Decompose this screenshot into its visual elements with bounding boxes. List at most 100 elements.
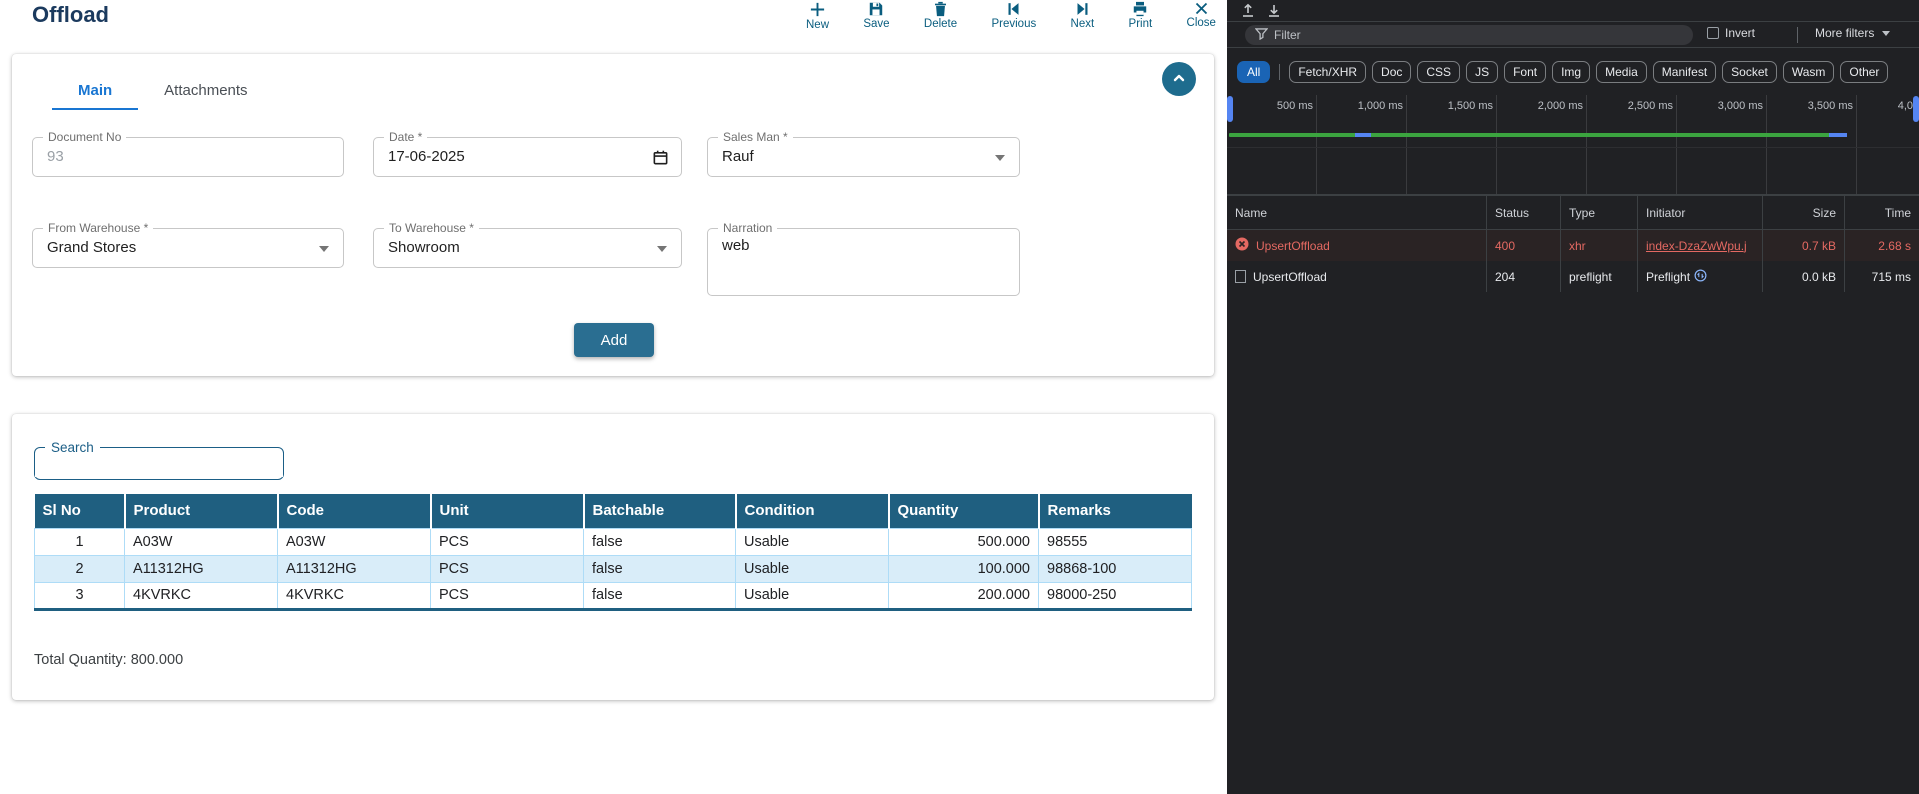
- chip-js[interactable]: JS: [1466, 61, 1498, 83]
- table-row[interactable]: 1 A03W A03W PCS false Usable 500.000 985…: [35, 528, 1192, 555]
- table-row[interactable]: 3 4KVRKC 4KVRKC PCS false Usable 200.000…: [35, 582, 1192, 609]
- delete-button[interactable]: Delete: [924, 0, 957, 31]
- devtools-toolbar: [1227, 0, 1919, 22]
- network-request-row[interactable]: UpsertOffload 204 preflight Preflight 0.…: [1227, 261, 1919, 292]
- request-type-filters: All Fetch/XHR Doc CSS JS Font Img Media …: [1227, 48, 1919, 95]
- invert-checkbox[interactable]: [1707, 27, 1719, 39]
- timeline-right-handle[interactable]: [1913, 96, 1919, 122]
- export-har-button[interactable]: [1267, 3, 1281, 18]
- search-input[interactable]: [35, 455, 283, 477]
- request-name: UpsertOffload: [1253, 270, 1327, 284]
- divider: [1797, 27, 1798, 43]
- error-icon: [1235, 237, 1249, 254]
- lane-separator: [1227, 147, 1919, 148]
- chip-all[interactable]: All: [1237, 61, 1270, 83]
- col-initiator[interactable]: Initiator: [1638, 196, 1763, 229]
- import-har-button[interactable]: [1241, 3, 1255, 18]
- col-remarks: Remarks: [1039, 494, 1192, 528]
- col-size[interactable]: Size: [1763, 196, 1845, 229]
- chip-media[interactable]: Media: [1596, 61, 1647, 83]
- cell-remarks: 98000-250: [1039, 582, 1192, 609]
- chip-manifest[interactable]: Manifest: [1653, 61, 1716, 83]
- close-label: Close: [1187, 17, 1216, 29]
- new-button[interactable]: New: [806, 0, 829, 31]
- collapse-button[interactable]: [1162, 62, 1196, 96]
- from-warehouse-select[interactable]: From Warehouse * Grand Stores: [32, 228, 344, 268]
- chip-other[interactable]: Other: [1840, 61, 1888, 83]
- chip-font[interactable]: Font: [1504, 61, 1546, 83]
- chip-fetch-xhr[interactable]: Fetch/XHR: [1289, 61, 1366, 83]
- gridline: [1856, 95, 1857, 194]
- timeline-tick: 4,000 ms: [1861, 100, 1919, 112]
- gridline: [1316, 95, 1317, 194]
- col-type[interactable]: Type: [1561, 196, 1638, 229]
- chip-socket[interactable]: Socket: [1722, 61, 1777, 83]
- cell-quantity: 500.000: [889, 528, 1039, 555]
- col-code: Code: [278, 494, 431, 528]
- initiator-text: Preflight: [1646, 270, 1690, 284]
- more-filters-button[interactable]: More filters: [1815, 26, 1890, 40]
- to-warehouse-value: Showroom: [388, 239, 460, 256]
- cell-quantity: 200.000: [889, 582, 1039, 609]
- erp-app: Offload New Save Delete Previous Next: [0, 0, 1227, 794]
- waterfall-blue-segment: [1829, 133, 1847, 137]
- preflight-info-icon[interactable]: [1694, 269, 1707, 285]
- more-filters-label: More filters: [1815, 26, 1874, 40]
- chip-img[interactable]: Img: [1552, 61, 1590, 83]
- cell-product: A11312HG: [125, 555, 278, 582]
- print-button[interactable]: Print: [1129, 0, 1153, 31]
- request-name: UpsertOffload: [1256, 239, 1330, 253]
- next-button[interactable]: Next: [1071, 0, 1095, 31]
- network-request-row[interactable]: UpsertOffload 400 xhr index-DzaZwWpu.j 0…: [1227, 230, 1919, 261]
- cell-condition: Usable: [736, 528, 889, 555]
- skip-previous-icon: [1006, 1, 1021, 17]
- document-no-value: 93: [47, 148, 64, 165]
- table-row[interactable]: 2 A11312HG A11312HG PCS false Usable 100…: [35, 555, 1192, 582]
- cell-unit: PCS: [431, 582, 584, 609]
- document-no-label: Document No: [43, 130, 126, 144]
- chip-css[interactable]: CSS: [1417, 61, 1460, 83]
- col-slno: Sl No: [35, 494, 125, 528]
- request-size: 0.0 kB: [1763, 261, 1845, 292]
- to-warehouse-label: To Warehouse *: [384, 221, 479, 235]
- filter-input[interactable]: [1274, 28, 1654, 42]
- cell-remarks: 98868-100: [1039, 555, 1192, 582]
- devtools-panel: Invert More filters All Fetch/XHR Doc CS…: [1227, 0, 1919, 794]
- chip-doc[interactable]: Doc: [1372, 61, 1411, 83]
- cell-slno: 2: [35, 555, 125, 582]
- invert-checkbox-wrap[interactable]: Invert: [1707, 26, 1755, 40]
- to-warehouse-select[interactable]: To Warehouse * Showroom: [373, 228, 682, 268]
- col-batchable: Batchable: [584, 494, 736, 528]
- timeline-left-handle[interactable]: [1227, 96, 1233, 122]
- initiator-link[interactable]: index-DzaZwWpu.j: [1646, 239, 1747, 253]
- filter-pill[interactable]: [1245, 25, 1693, 45]
- dropdown-arrow-icon: [657, 246, 667, 252]
- timeline-tick: 1,000 ms: [1321, 100, 1403, 112]
- chip-wasm[interactable]: Wasm: [1783, 61, 1835, 83]
- gridline: [1676, 95, 1677, 194]
- calendar-icon[interactable]: [652, 149, 669, 171]
- sales-man-select[interactable]: Sales Man * Rauf: [707, 137, 1020, 177]
- narration-label: Narration: [718, 221, 777, 235]
- col-name[interactable]: Name: [1227, 196, 1487, 229]
- cell-unit: PCS: [431, 528, 584, 555]
- close-icon: [1194, 1, 1209, 16]
- add-button[interactable]: Add: [574, 323, 654, 357]
- col-status[interactable]: Status: [1487, 196, 1561, 229]
- previous-button[interactable]: Previous: [991, 0, 1036, 31]
- search-label: Search: [45, 440, 100, 455]
- date-field[interactable]: Date * 17-06-2025: [373, 137, 682, 177]
- tab-main[interactable]: Main: [52, 72, 138, 110]
- total-quantity: Total Quantity: 800.000: [34, 652, 183, 668]
- save-button[interactable]: Save: [863, 0, 889, 31]
- timeline-tick: 2,500 ms: [1591, 100, 1673, 112]
- close-button[interactable]: Close: [1187, 0, 1216, 31]
- timeline-tick: 2,000 ms: [1501, 100, 1583, 112]
- document-no-field[interactable]: Document No 93: [32, 137, 344, 177]
- col-time[interactable]: Time: [1845, 196, 1919, 229]
- save-icon: [868, 1, 884, 17]
- narration-textarea[interactable]: Narration web: [707, 228, 1020, 296]
- tab-attachments[interactable]: Attachments: [138, 72, 273, 110]
- screen: Offload New Save Delete Previous Next: [0, 0, 1919, 794]
- delete-label: Delete: [924, 18, 957, 30]
